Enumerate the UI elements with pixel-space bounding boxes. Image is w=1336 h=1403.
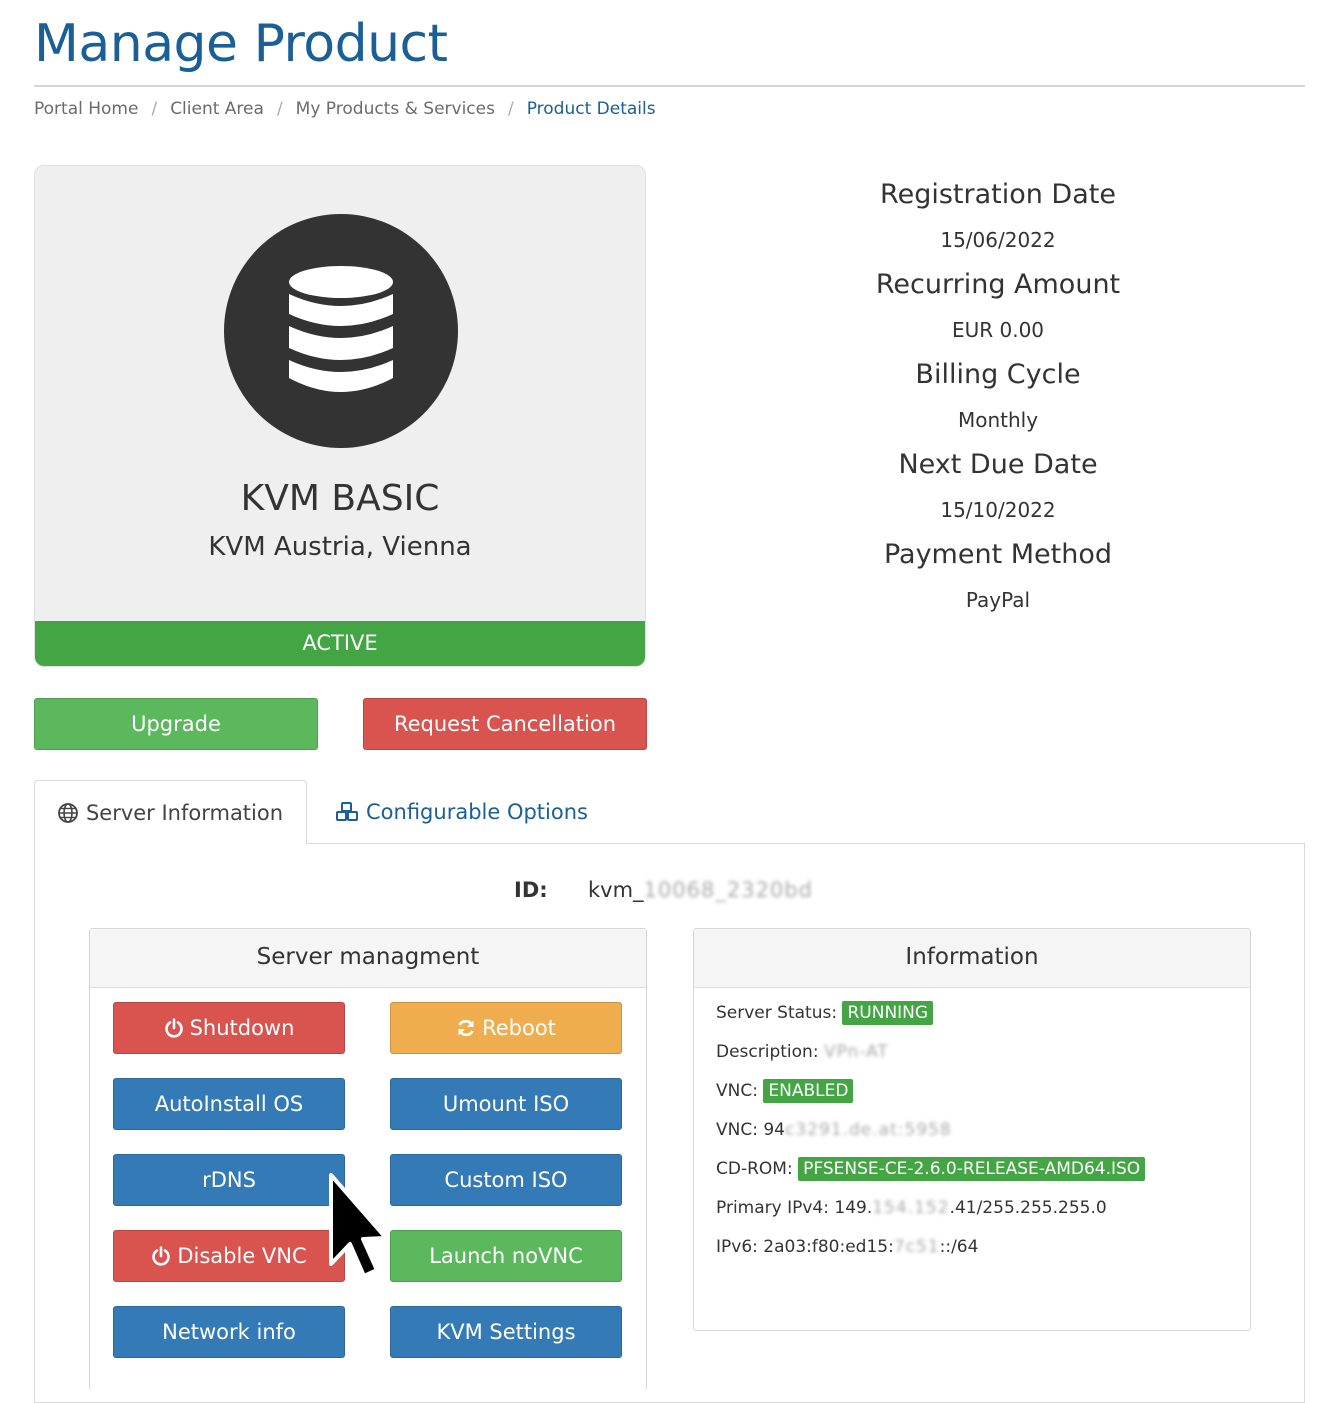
ipv6-row: IPv6: 2a03:f80:ed15:7c51::/64 (716, 1237, 978, 1257)
vnc-address-redacted: c3291.de.at:5958 (785, 1120, 952, 1140)
information-title: Information (694, 929, 1250, 988)
kvm-settings-button[interactable]: KVM Settings (390, 1306, 622, 1358)
vnc-status-row: VNC: ENABLED (716, 1079, 854, 1103)
ipv4-suffix: .41/255.255.255.0 (949, 1198, 1107, 1218)
registration-date-value: 15/06/2022 (940, 228, 1056, 252)
rdns-button[interactable]: rDNS (113, 1154, 345, 1206)
ipv4-redacted: 154.152 (872, 1198, 950, 1218)
autoinstall-os-button[interactable]: AutoInstall OS (113, 1078, 345, 1130)
product-name: KVM BASIC (240, 478, 440, 519)
ipv6-label: IPv6: (716, 1237, 758, 1257)
description-label: Description: (716, 1042, 819, 1062)
tab-server-information[interactable]: Server Information (34, 780, 307, 844)
recurring-amount-value: EUR 0.00 (951, 318, 1045, 342)
page-title: Manage Product (34, 14, 448, 74)
description-row: Description: VPn-AT (716, 1042, 889, 1062)
information-panel: Information Server Status: RUNNING Descr… (693, 928, 1251, 1331)
database-icon (289, 266, 393, 392)
launch-novnc-button[interactable]: Launch noVNC (390, 1230, 622, 1282)
registration-date-label: Registration Date (880, 179, 1116, 210)
breadcrumb-separator: / (276, 99, 283, 119)
title-divider (34, 85, 1305, 87)
cdrom-badge: PFSENSE-CE-2.6.0-RELEASE-AMD64.ISO (798, 1157, 1146, 1181)
reboot-button[interactable]: Reboot (390, 1002, 622, 1054)
breadcrumb-my-products[interactable]: My Products & Services (296, 99, 495, 119)
vnc-label: VNC: (716, 1081, 758, 1101)
cdrom-row: CD-ROM: PFSENSE-CE-2.6.0-RELEASE-AMD64.I… (716, 1157, 1146, 1181)
ipv6-suffix: ::/64 (939, 1237, 979, 1257)
vnc-address-row: VNC: 94c3291.de.at:5958 (716, 1120, 952, 1140)
product-card: KVM BASIC KVM Austria, Vienna ACTIVE (34, 165, 646, 667)
power-icon (164, 1018, 183, 1038)
breadcrumb-portal-home[interactable]: Portal Home (34, 99, 138, 119)
product-group: KVM Austria, Vienna (208, 532, 472, 562)
umount-iso-button[interactable]: Umount ISO (390, 1078, 622, 1130)
cdrom-label: CD-ROM: (716, 1159, 793, 1179)
server-status-badge: RUNNING (842, 1001, 934, 1025)
server-status-label: Server Status: (716, 1003, 838, 1023)
shutdown-button[interactable]: Shutdown (113, 1002, 345, 1054)
server-id-value: kvm_10068_2320bd (588, 878, 813, 902)
recurring-amount-label: Recurring Amount (875, 269, 1121, 300)
payment-method-value: PayPal (965, 588, 1031, 612)
vnc-address-prefix: 94 (763, 1120, 785, 1140)
disable-vnc-label: Disable VNC (177, 1244, 307, 1268)
breadcrumb: Portal Home / Client Area / My Products & Se… (34, 99, 656, 119)
breadcrumb-product-details: Product Details (526, 99, 656, 119)
breadcrumb-client-area[interactable]: Client Area (170, 99, 264, 119)
network-info-button[interactable]: Network info (113, 1306, 345, 1358)
tab-server-information-label: Server Information (85, 801, 284, 825)
globe-icon (58, 803, 78, 823)
vnc-enabled-badge: ENABLED (763, 1079, 854, 1103)
upgrade-button[interactable]: Upgrade (34, 698, 318, 750)
ipv6-redacted: 7c51 (893, 1237, 940, 1257)
power-icon (152, 1246, 171, 1266)
cubes-icon (336, 802, 358, 821)
custom-iso-button[interactable]: Custom ISO (390, 1154, 622, 1206)
ipv4-label: Primary IPv4: (716, 1198, 829, 1218)
disable-vnc-button[interactable]: Disable VNC (113, 1230, 345, 1282)
ipv6-prefix: 2a03:f80:ed15: (763, 1237, 894, 1257)
server-status-row: Server Status: RUNNING (716, 1001, 934, 1025)
request-cancellation-button[interactable]: Request Cancellation (363, 698, 647, 750)
billing-cycle-label: Billing Cycle (915, 359, 1081, 390)
breadcrumb-separator: / (151, 99, 158, 119)
billing-summary: Registration Date 15/06/2022 Recurring A… (760, 172, 1236, 622)
server-id-label: ID: (514, 878, 548, 902)
description-value-redacted: VPn-AT (823, 1042, 889, 1062)
ipv4-prefix: 149. (834, 1198, 873, 1218)
tab-configurable-options[interactable]: Configurable Options (336, 780, 588, 844)
ipv4-row: Primary IPv4: 149.154.152.41/255.255.255… (716, 1198, 1107, 1218)
billing-cycle-value: Monthly (957, 408, 1039, 432)
payment-method-label: Payment Method (883, 539, 1113, 570)
next-due-date-value: 15/10/2022 (940, 498, 1056, 522)
status-badge: ACTIVE (35, 621, 645, 666)
refresh-icon (458, 1019, 474, 1037)
next-due-date-label: Next Due Date (898, 449, 1098, 480)
tab-configurable-options-label: Configurable Options (366, 800, 588, 824)
server-management-title: Server managment (90, 929, 646, 988)
server-id-redacted: 10068_2320bd (643, 878, 813, 902)
vnc-address-label: VNC: (716, 1120, 758, 1140)
shutdown-label: Shutdown (189, 1016, 295, 1040)
product-icon-circle (224, 214, 458, 448)
reboot-label: Reboot (482, 1016, 556, 1040)
breadcrumb-separator: / (507, 99, 514, 119)
mouse-cursor-icon (329, 1173, 388, 1278)
